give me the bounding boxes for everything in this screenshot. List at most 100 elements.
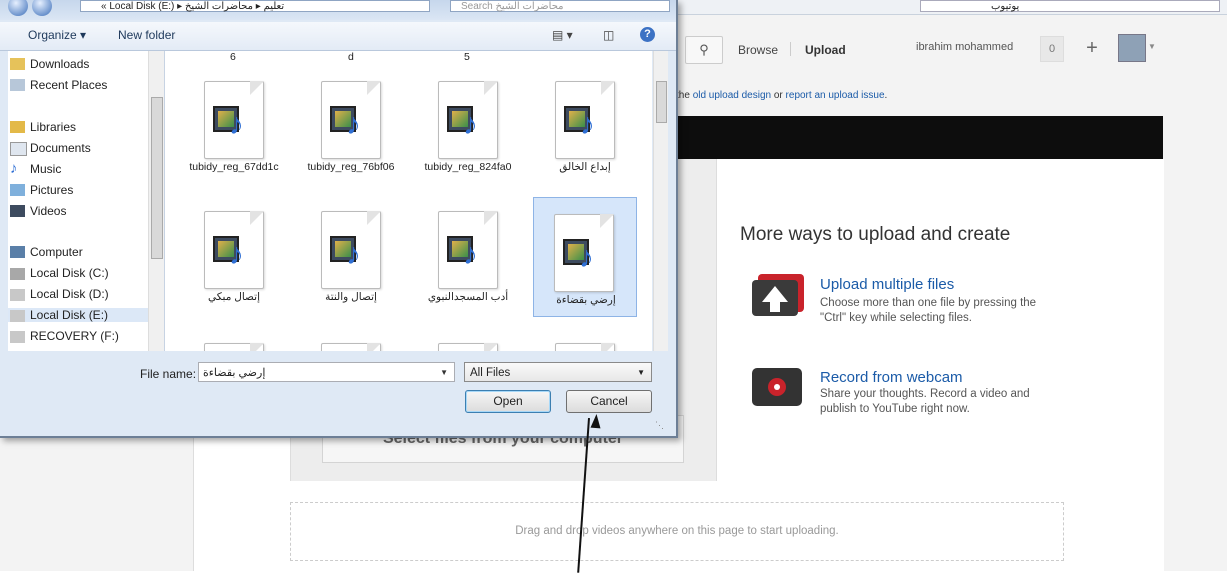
file-item[interactable]: ♪ tubidy_reg_76bf06 [301, 65, 401, 185]
upload-arrow-icon[interactable] [750, 272, 806, 316]
partial-file-label: 6 [230, 51, 236, 63]
youtube-header: ⚲ Browse Upload ibrahim mohammed 0 + ▼ [660, 30, 1227, 70]
username[interactable]: ibrahim mohammed [916, 41, 1013, 53]
file-item[interactable] [535, 327, 635, 351]
nav-item-local-disk-d[interactable]: Local Disk (D:) [10, 287, 109, 301]
upload-multiple-desc: Choose more than one file by pressing th… [820, 297, 1037, 324]
libraries-icon [10, 121, 25, 133]
drive-icon [10, 268, 25, 280]
file-item[interactable]: ♪ tubidy_reg_824fa0 [418, 65, 518, 185]
file-item[interactable] [184, 327, 284, 351]
file-list-scrollbar[interactable] [653, 51, 668, 351]
drive-icon [10, 310, 25, 322]
file-name-input[interactable]: إرضي بقضاءة ▼ [198, 362, 455, 382]
media-file-icon [204, 343, 264, 351]
scrollbar-thumb[interactable] [656, 81, 667, 123]
nav-item-music[interactable]: ♪ Music [10, 160, 61, 177]
nav-item-recent-places[interactable]: Recent Places [10, 78, 107, 92]
upload-multiple-link[interactable]: Upload multiple files [820, 276, 954, 293]
file-item[interactable]: ♪ إتصال مبكي [184, 195, 284, 315]
upload-link[interactable]: Upload [805, 43, 846, 57]
search-input[interactable]: Search محاضرات الشيخ [450, 0, 670, 12]
media-file-icon: ♪ [438, 211, 498, 289]
browser-address-bar[interactable]: يوتيوب [920, 0, 1220, 12]
nav-item-documents[interactable]: Documents [10, 141, 91, 156]
annotation-arrow-head [590, 413, 602, 429]
file-item[interactable]: ♪ إتصال والنتة [301, 195, 401, 315]
drive-icon [10, 331, 25, 343]
file-type-select[interactable]: All Files ▼ [464, 362, 652, 382]
webcam-record-icon[interactable] [750, 366, 806, 410]
record-webcam-desc: Share your thoughts. Record a video and … [820, 388, 1030, 415]
add-icon[interactable]: + [1080, 36, 1104, 60]
nav-item-computer[interactable]: Computer [10, 245, 83, 259]
media-file-icon [555, 343, 615, 351]
breadcrumb[interactable]: « Local Disk (E:) ▸ تعليم ▸ محاضرات الشي… [80, 0, 430, 12]
computer-icon [10, 246, 25, 258]
nav-item-videos[interactable]: Videos [10, 204, 66, 218]
dialog-titlebar: « Local Disk (E:) ▸ تعليم ▸ محاضرات الشي… [0, 0, 676, 20]
media-file-icon: ♪ [438, 81, 498, 159]
avatar[interactable] [1118, 34, 1146, 62]
report-issue-link[interactable]: report an upload issue [786, 90, 885, 101]
nav-item-local-disk-e[interactable]: Local Disk (E:) [8, 308, 148, 322]
scrollbar-thumb[interactable] [151, 97, 163, 259]
nav-item-libraries[interactable]: Libraries [10, 120, 76, 134]
record-webcam-link[interactable]: Record from webcam [820, 369, 963, 386]
open-button[interactable]: Open [465, 390, 551, 413]
media-file-icon: ♪ [204, 81, 264, 159]
cancel-button[interactable]: Cancel [566, 390, 652, 413]
file-list: 6 d 5 ♪ tubidy_reg_67dd1c ♪ tubidy_reg_7… [165, 51, 652, 351]
organize-button[interactable]: Organize ▾ [28, 28, 86, 42]
downloads-folder-icon [10, 58, 25, 70]
dialog-toolbar: Organize ▾ New folder ▤ ▾ ◫ ? [0, 22, 676, 51]
documents-icon [10, 142, 27, 156]
forward-icon[interactable] [32, 0, 52, 16]
nav-item-pictures[interactable]: Pictures [10, 183, 73, 197]
file-open-dialog: « Local Disk (E:) ▸ تعليم ▸ محاضرات الشي… [0, 0, 678, 438]
chevron-down-icon[interactable]: ▼ [440, 363, 448, 383]
old-upload-design-link[interactable]: old upload design [693, 90, 771, 101]
browse-link[interactable]: Browse [738, 43, 778, 57]
more-ways-title: More ways to upload and create [740, 224, 1011, 245]
back-icon[interactable] [8, 0, 28, 16]
file-item[interactable] [301, 327, 401, 351]
back-forward-buttons[interactable] [8, 0, 66, 16]
media-file-icon [438, 343, 498, 351]
preview-pane-icon[interactable]: ◫ [603, 28, 614, 42]
media-file-icon: ♪ [555, 81, 615, 159]
page-banner [660, 116, 1163, 159]
chevron-down-icon: ▼ [637, 368, 645, 377]
nav-separator [790, 42, 791, 56]
partial-file-label: 5 [464, 51, 470, 63]
videos-icon [10, 205, 25, 217]
partial-file-label: d [348, 51, 354, 63]
navigation-pane: Downloads Recent Places Libraries Docume… [8, 51, 165, 351]
nav-item-recovery-f[interactable]: RECOVERY (F:) [10, 329, 119, 343]
file-item[interactable]: ♪ إبداع الخالق [535, 65, 635, 185]
browser-toolbar: يوتيوب [660, 0, 1227, 15]
chevron-down-icon[interactable]: ▼ [1148, 42, 1156, 51]
nav-item-local-disk-c[interactable]: Local Disk (C:) [10, 266, 109, 280]
file-name-label: File name: [140, 367, 197, 381]
upload-notice: the old upload design or report an uploa… [676, 90, 888, 101]
help-icon[interactable]: ? [640, 27, 655, 42]
notification-count[interactable]: 0 [1040, 36, 1064, 62]
new-folder-button[interactable]: New folder [118, 28, 175, 42]
search-button[interactable]: ⚲ [685, 36, 723, 64]
resize-grip-icon[interactable]: ⋱ [655, 420, 664, 431]
nav-pane-scrollbar[interactable] [148, 51, 164, 351]
file-item[interactable] [418, 327, 518, 351]
file-item[interactable]: ♪ tubidy_reg_67dd1c [184, 65, 284, 185]
file-item-selected[interactable]: ♪ إرضي بقضاءة [533, 197, 637, 317]
nav-item-downloads[interactable]: Downloads [10, 57, 89, 71]
drag-drop-zone[interactable]: Drag and drop videos anywhere on this pa… [290, 502, 1064, 561]
view-options-icon[interactable]: ▤ ▾ [552, 28, 573, 42]
pictures-icon [10, 184, 25, 196]
media-file-icon: ♪ [321, 81, 381, 159]
search-icon: ⚲ [699, 42, 709, 57]
drive-icon [10, 289, 25, 301]
media-file-icon: ♪ [554, 214, 614, 292]
file-item[interactable]: ♪ أدب المسجدالنبوي [418, 195, 518, 315]
media-file-icon: ♪ [204, 211, 264, 289]
